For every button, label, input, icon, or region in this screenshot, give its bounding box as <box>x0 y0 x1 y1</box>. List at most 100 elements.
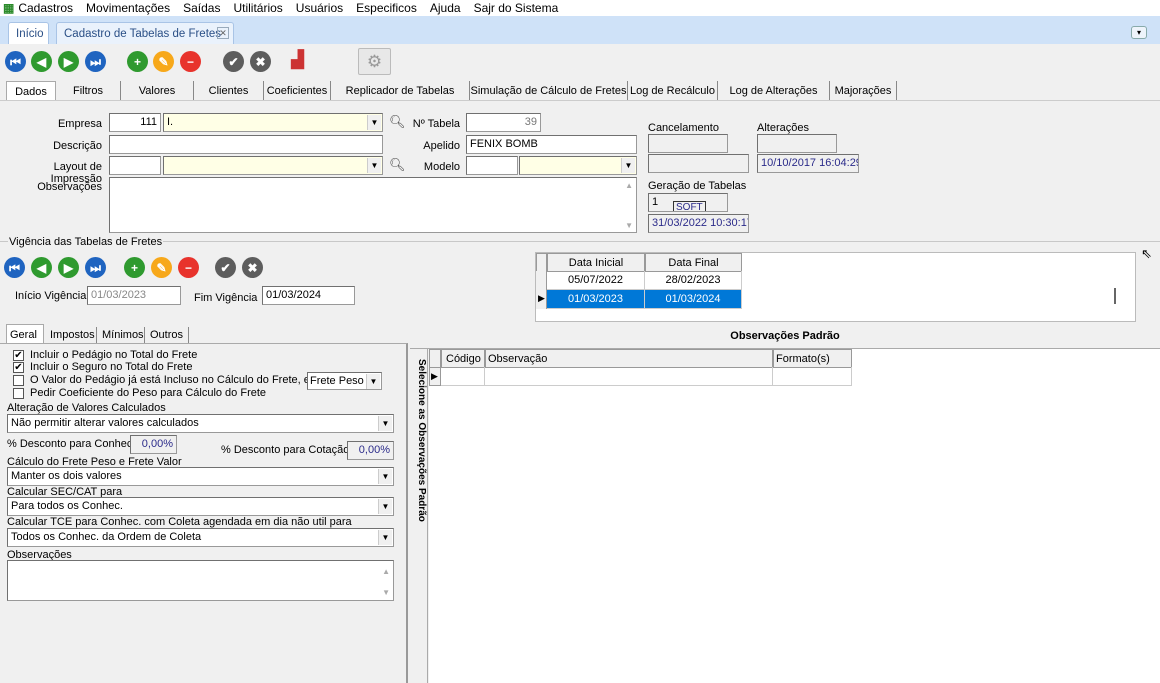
edit-icon[interactable]: ✎ <box>151 257 172 278</box>
subtab-minimos[interactable]: Mínimos <box>97 327 145 343</box>
cancel-icon[interactable]: ✖ <box>242 257 263 278</box>
obs-padrao-side-tab[interactable]: Selecione as Observações Padrão <box>410 349 428 683</box>
empresa-select[interactable]: I. ▼ <box>163 113 383 132</box>
obs-padrao-grid[interactable]: Código Observação Formato(s) ▶ <box>429 349 1160 683</box>
add-icon[interactable]: + <box>124 257 145 278</box>
scroll-up-icon[interactable]: ▲ <box>625 181 633 190</box>
scroll-down-icon[interactable]: ▼ <box>382 588 390 597</box>
apelido-input[interactable]: FENIX BOMB <box>466 135 637 154</box>
col-observacao[interactable]: Observação <box>485 349 773 368</box>
inicio-vigencia-input[interactable]: 01/03/2023 <box>87 286 181 305</box>
menu-sair[interactable]: Sajr do Sistema <box>474 1 559 15</box>
chevron-down-icon[interactable]: ▼ <box>367 158 381 173</box>
tab-log-alteracoes[interactable]: Log de Alterações <box>718 81 830 100</box>
doc-tab-inicio[interactable]: Início <box>8 22 49 44</box>
tab-majoracoes[interactable]: Majorações <box>830 81 897 100</box>
chevron-down-icon[interactable]: ▼ <box>378 499 392 514</box>
alteracao-select[interactable]: Não permitir alterar valores calculados ▼ <box>7 414 394 433</box>
desc-conhec-input[interactable]: 0,00% <box>130 435 177 454</box>
tab-replicador[interactable]: Replicador de Tabelas <box>331 81 470 100</box>
calculo-select[interactable]: Manter os dois valores ▼ <box>7 467 394 486</box>
modelo-code-input[interactable] <box>466 156 518 175</box>
obs-padrao-side-label: Selecione as Observações Padrão <box>416 359 427 522</box>
tab-dados[interactable]: Dados <box>6 81 56 100</box>
subtab-impostos[interactable]: Impostos <box>46 327 97 343</box>
geral-observacoes-textarea[interactable]: ▲ ▼ <box>7 560 394 601</box>
cancel-icon[interactable]: ✖ <box>250 51 271 72</box>
vigencia-grid[interactable]: Data Inicial Data Final ▶ 05/07/2022 28/… <box>535 252 1136 322</box>
desc-cotacao-input[interactable]: 0,00% <box>347 441 394 460</box>
layout-select[interactable]: ▼ <box>163 156 383 175</box>
chevron-down-icon[interactable]: ▼ <box>378 416 392 431</box>
scroll-up-icon[interactable]: ▲ <box>382 567 390 576</box>
empresa-code-input[interactable]: 111 <box>109 113 161 132</box>
modelo-select[interactable]: ▼ <box>519 156 637 175</box>
first-record-icon[interactable]: ⏮ <box>5 51 26 72</box>
chevron-down-icon[interactable]: ▼ <box>621 158 635 173</box>
settings-icon[interactable]: ⚙ <box>358 48 391 75</box>
sec-cat-select[interactable]: Para todos os Conhec. ▼ <box>7 497 394 516</box>
chevron-down-icon[interactable]: ▼ <box>366 374 380 389</box>
confirm-icon[interactable]: ✔ <box>215 257 236 278</box>
add-icon[interactable]: + <box>127 51 148 72</box>
col-data-final[interactable]: Data Final <box>645 253 742 272</box>
last-record-icon[interactable]: ⏭ <box>85 51 106 72</box>
chevron-down-icon[interactable]: ▼ <box>367 115 381 130</box>
next-record-icon[interactable]: ▶ <box>58 51 79 72</box>
menu-cadastros[interactable]: Cadastros <box>18 1 73 15</box>
table-row-cell-selected[interactable]: 01/03/2023 <box>547 290 645 309</box>
ntabela-input[interactable]: 39 <box>466 113 541 132</box>
table-row-cell[interactable] <box>441 367 485 386</box>
descricao-input[interactable] <box>109 135 383 154</box>
menu-movimentacoes[interactable]: Movimentações <box>86 1 170 15</box>
table-row-cell[interactable]: 05/07/2022 <box>547 271 645 290</box>
checkbox[interactable]: ✔ <box>13 350 24 361</box>
next-record-icon[interactable]: ▶ <box>58 257 79 278</box>
tab-valores[interactable]: Valores <box>121 81 194 100</box>
checkbox[interactable] <box>13 388 24 399</box>
observacoes-textarea[interactable]: ▲ ▼ <box>109 177 637 233</box>
tab-clientes[interactable]: Clientes <box>194 81 264 100</box>
checkbox[interactable] <box>13 375 24 386</box>
menu-usuarios[interactable]: Usuários <box>296 1 343 15</box>
table-row-cell[interactable] <box>485 367 773 386</box>
menu-utilitarios[interactable]: Utilitários <box>233 1 282 15</box>
chevron-down-icon[interactable]: ▾ <box>1131 26 1147 39</box>
col-data-inicial[interactable]: Data Inicial <box>547 253 645 272</box>
chart-settings-icon[interactable]: ▟ <box>291 50 304 70</box>
menu-ajuda[interactable]: Ajuda <box>430 1 461 15</box>
table-row-cell[interactable] <box>773 367 852 386</box>
confirm-icon[interactable]: ✔ <box>223 51 244 72</box>
frete-peso-select[interactable]: Frete Peso ▼ <box>307 372 382 390</box>
col-codigo[interactable]: Código <box>441 349 485 368</box>
chevron-down-icon[interactable]: ▼ <box>378 530 392 545</box>
tab-coeficientes[interactable]: Coeficientes <box>264 81 331 100</box>
table-row-cell-selected[interactable]: 01/03/2024 <box>645 290 742 309</box>
scrollbar[interactable] <box>1114 288 1116 304</box>
checkbox[interactable]: ✔ <box>13 362 24 373</box>
edit-icon[interactable]: ✎ <box>153 51 174 72</box>
previous-record-icon[interactable]: ◀ <box>31 51 52 72</box>
subtab-outros[interactable]: Outros <box>145 327 189 343</box>
menu-saidas[interactable]: Saídas <box>183 1 220 15</box>
doc-tab-cadastro[interactable]: Cadastro de Tabelas de Fretes ✕ <box>56 22 234 44</box>
subtab-geral[interactable]: Geral <box>6 324 44 344</box>
menu-especificos[interactable]: Especificos <box>356 1 417 15</box>
sec-cat-value: Para todos os Conhec. <box>11 500 123 512</box>
chevron-down-icon[interactable]: ▼ <box>378 469 392 484</box>
delete-icon[interactable]: − <box>180 51 201 72</box>
tce-select[interactable]: Todos os Conhec. da Ordem de Coleta ▼ <box>7 528 394 547</box>
first-record-icon[interactable]: ⏮ <box>4 257 25 278</box>
last-record-icon[interactable]: ⏭ <box>85 257 106 278</box>
table-row-cell[interactable]: 28/02/2023 <box>645 271 742 290</box>
tab-filtros[interactable]: Filtros <box>56 81 121 100</box>
previous-record-icon[interactable]: ◀ <box>31 257 52 278</box>
tab-simulacao[interactable]: Simulação de Cálculo de Fretes <box>470 81 628 100</box>
col-formatos[interactable]: Formato(s) <box>773 349 852 368</box>
layout-code-input[interactable] <box>109 156 161 175</box>
close-icon[interactable]: ✕ <box>217 27 229 39</box>
fim-vigencia-input[interactable]: 01/03/2024 <box>262 286 355 305</box>
scroll-down-icon[interactable]: ▼ <box>625 221 633 230</box>
delete-icon[interactable]: − <box>178 257 199 278</box>
tab-log-recalculo[interactable]: Log de Recálculo <box>628 81 718 100</box>
